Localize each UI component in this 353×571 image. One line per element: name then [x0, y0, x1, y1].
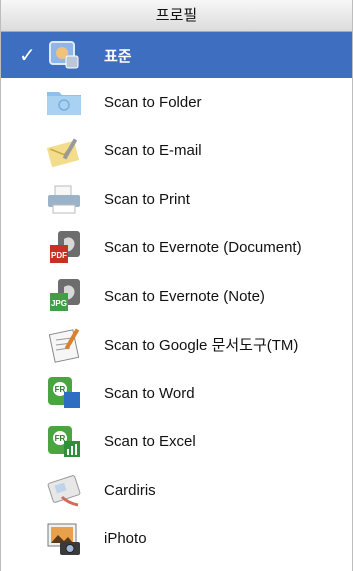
profile-item-excel[interactable]: FR Scan to Excel	[1, 418, 352, 467]
jpg-badge: JPG	[51, 299, 67, 308]
profile-panel: 프로필 ✓ 표준 Scan to Folder Scan to E-mail S…	[0, 0, 353, 571]
profile-label: Scan to Evernote (Document)	[104, 239, 302, 257]
excel-icon: FR	[44, 423, 84, 461]
profile-item-cardiris[interactable]: Cardiris	[1, 466, 352, 515]
profile-item-evernote-document[interactable]: PDF Scan to Evernote (Document)	[1, 224, 352, 273]
svg-text:FR: FR	[55, 385, 66, 394]
profile-item-email[interactable]: Scan to E-mail	[1, 127, 352, 176]
iphoto-icon	[44, 520, 84, 558]
profile-label: Scan to Folder	[104, 93, 202, 111]
standard-profile-icon	[44, 36, 84, 74]
profile-item-word[interactable]: FR Scan to Word	[1, 369, 352, 418]
profile-label: Scan to Print	[104, 190, 190, 208]
panel-header: 프로필	[1, 0, 352, 32]
profile-label: Scan to Excel	[104, 433, 196, 451]
profile-label: Scan to Word	[104, 384, 195, 402]
evernote-pdf-icon: PDF	[44, 229, 84, 267]
svg-text:FR: FR	[55, 434, 66, 443]
profile-label: Cardiris	[104, 481, 156, 499]
email-icon	[44, 132, 84, 170]
profile-item-standard[interactable]: ✓ 표준	[1, 32, 352, 78]
profile-label: Scan to Google 문서도구(TM)	[104, 337, 299, 355]
pdf-badge: PDF	[51, 251, 67, 260]
profile-label: 표준	[104, 47, 132, 65]
word-icon: FR	[44, 374, 84, 412]
checkmark-icon: ✓	[19, 44, 36, 67]
folder-icon	[44, 83, 84, 121]
profile-item-evernote-note[interactable]: JPG Scan to Evernote (Note)	[1, 272, 352, 321]
cardiris-icon	[44, 471, 84, 509]
profile-label: iPhoto	[104, 530, 147, 548]
profile-item-folder[interactable]: Scan to Folder	[1, 78, 352, 127]
printer-icon	[44, 180, 84, 218]
google-docs-icon	[44, 326, 84, 364]
profile-list: ✓ 표준 Scan to Folder Scan to E-mail Scan …	[1, 32, 352, 563]
profile-item-iphoto[interactable]: iPhoto	[1, 515, 352, 564]
profile-item-print[interactable]: Scan to Print	[1, 175, 352, 224]
profile-label: Scan to E-mail	[104, 142, 202, 160]
profile-label: Scan to Evernote (Note)	[104, 287, 265, 305]
evernote-jpg-icon: JPG	[44, 277, 84, 315]
profile-item-google-docs[interactable]: Scan to Google 문서도구(TM)	[1, 321, 352, 370]
